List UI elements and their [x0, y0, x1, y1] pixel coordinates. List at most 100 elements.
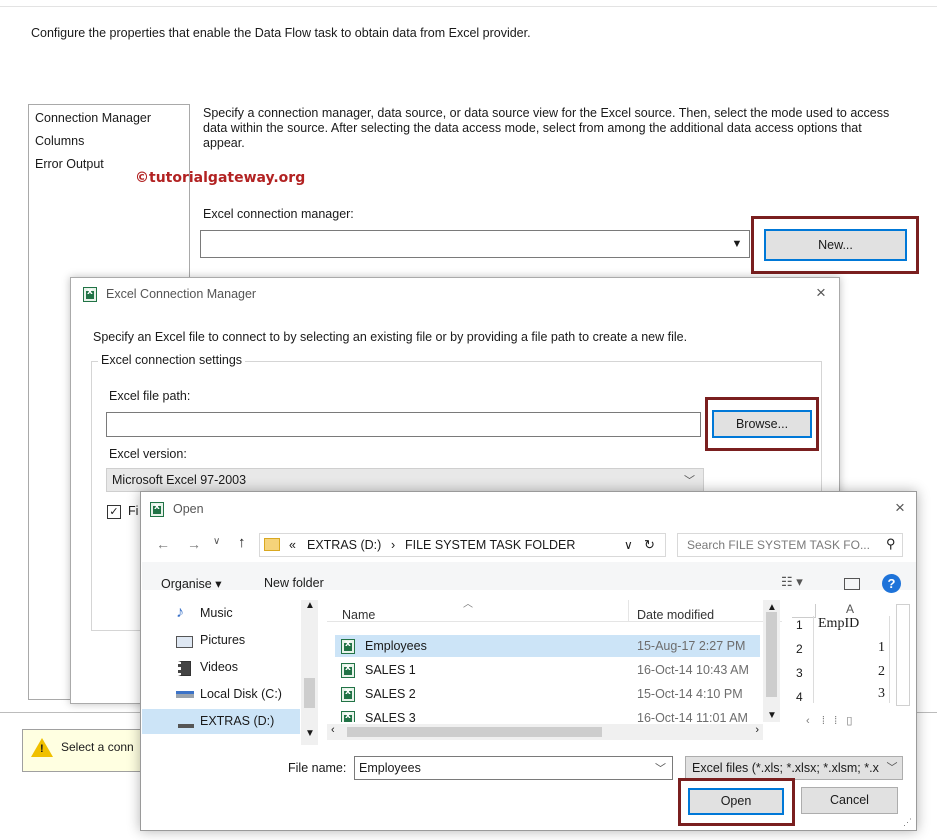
hscrollbar-thumb[interactable]: [347, 727, 602, 737]
cancel-button[interactable]: Cancel: [801, 787, 898, 814]
scroll-right-icon[interactable]: ›: [755, 724, 759, 736]
file-list-scrollbar[interactable]: ▲ ▼: [763, 600, 780, 722]
preview-pane-icon[interactable]: [844, 578, 860, 590]
file-name-label: File name:: [288, 761, 347, 775]
up-arrow-icon[interactable]: ↑: [238, 534, 246, 551]
excel-file-icon: [341, 687, 355, 702]
address-dropdown-icon[interactable]: ∨: [624, 538, 633, 552]
new-button[interactable]: New...: [764, 229, 907, 261]
column-name[interactable]: Name: [342, 608, 375, 622]
chevron-down-icon[interactable]: ﹀: [655, 760, 666, 776]
file-date: 15-Aug-17 2:27 PM: [637, 639, 746, 653]
back-arrow-icon[interactable]: ←: [156, 536, 170, 552]
chevron-down-icon[interactable]: ﹀: [882, 757, 902, 779]
preview-scrollbar: [896, 604, 910, 706]
file-list-header: ︿ Name Date modified: [327, 592, 782, 622]
nav-scrollbar-thumb[interactable]: [304, 678, 315, 708]
resize-grip-icon[interactable]: ⋰: [903, 817, 912, 828]
warning-icon-mark: !: [40, 743, 44, 755]
file-type-filter[interactable]: Excel files (*.xls; *.xlsx; *.xlsm; *.x …: [685, 756, 903, 780]
chevron-down-icon: ﹀: [684, 475, 695, 487]
sort-arrow-icon: ︿: [463, 599, 473, 610]
open-button[interactable]: Open: [688, 788, 784, 815]
top-border: [0, 6, 937, 7]
file-name: SALES 1: [365, 663, 416, 677]
nav-item-local-disk[interactable]: Local Disk (C:): [200, 687, 282, 701]
file-row[interactable]: SALES 1 16-Oct-14 10:43 AM: [335, 659, 760, 681]
nav-item-extras[interactable]: EXTRAS (D:): [200, 714, 274, 728]
search-icon: ⚲: [886, 536, 896, 551]
drive-icon: [176, 691, 194, 698]
recent-dropdown-icon[interactable]: ∨: [213, 536, 220, 547]
scroll-down-icon[interactable]: ▼: [305, 728, 315, 739]
search-input[interactable]: Search FILE SYSTEM TASK FO...: [687, 538, 870, 552]
preview-row-number: 1: [796, 618, 803, 632]
file-row[interactable]: SALES 2 15-Oct-14 4:10 PM: [335, 683, 760, 705]
preview-row-number: 3: [796, 666, 803, 680]
open-file-dialog: Open × ← → ∨ ↑ « EXTRAS (D:) › FILE SYST…: [140, 491, 917, 831]
preview-grid: [813, 616, 890, 703]
preview-col-header: A: [846, 602, 855, 616]
excel-icon: [83, 287, 97, 302]
nav-item-pictures[interactable]: Pictures: [200, 633, 245, 647]
first-row-checkbox[interactable]: ✓: [107, 505, 121, 519]
scroll-up-icon[interactable]: ▲: [305, 600, 315, 611]
preview-pane: A 1 EmpID 2 1 3 2 4 3 ‹ ⁞ ⁞ ▯: [786, 600, 916, 745]
preview-row-number: 2: [796, 642, 803, 656]
file-list-hscrollbar[interactable]: ‹ ›: [327, 724, 763, 740]
nav-scrollbar[interactable]: ▲ ▼: [301, 600, 318, 745]
organise-button[interactable]: Organise ▾: [161, 576, 221, 591]
breadcrumb-overflow[interactable]: «: [289, 538, 296, 552]
column-divider: [628, 600, 629, 622]
nav-item-error-output[interactable]: Error Output: [35, 157, 104, 171]
excel-connection-manager-combo[interactable]: ▼: [200, 230, 750, 258]
videos-icon: [178, 661, 191, 676]
file-name-value: Employees: [359, 761, 421, 775]
file-row[interactable]: Employees 15-Aug-17 2:27 PM: [335, 635, 760, 657]
music-icon: ♪: [176, 604, 184, 621]
nav-item-videos[interactable]: Videos: [200, 660, 238, 674]
file-row[interactable]: SALES 3 16-Oct-14 11:01 AM: [335, 707, 760, 722]
ecm-instructions: Specify an Excel file to connect to by s…: [93, 330, 688, 344]
navigation-pane: ♪ Music Pictures Videos Local Disk (C:) …: [142, 600, 320, 745]
warning-message: ! Select a conn: [22, 729, 152, 772]
pictures-icon: [176, 636, 193, 648]
excel-connection-manager-label: Excel connection manager:: [203, 207, 354, 221]
address-bar[interactable]: « EXTRAS (D:) › FILE SYSTEM TASK FOLDER …: [259, 533, 666, 557]
scroll-down-icon[interactable]: ▼: [767, 710, 777, 721]
excel-version-value: Microsoft Excel 97-2003: [112, 473, 247, 487]
forward-arrow-icon[interactable]: →: [187, 536, 201, 552]
excel-file-icon: [341, 639, 355, 654]
breadcrumb-folder[interactable]: FILE SYSTEM TASK FOLDER: [405, 538, 575, 552]
nav-item-connection-manager[interactable]: Connection Manager: [35, 111, 151, 125]
refresh-icon[interactable]: ↻: [644, 537, 655, 553]
excel-icon: [150, 502, 164, 517]
group-label: Excel connection settings: [98, 353, 246, 367]
help-icon[interactable]: ?: [882, 574, 901, 593]
view-options-icon[interactable]: ☷ ▾: [781, 574, 803, 590]
file-name-input[interactable]: Employees ﹀: [354, 756, 673, 780]
file-list-scrollbar-thumb[interactable]: [766, 612, 777, 697]
breadcrumb-drive[interactable]: EXTRAS (D:): [307, 538, 381, 552]
excel-version-select[interactable]: Microsoft Excel 97-2003 ﹀: [106, 468, 704, 492]
file-date: 15-Oct-14 4:10 PM: [637, 687, 743, 701]
excel-file-icon: [341, 663, 355, 678]
close-icon[interactable]: ×: [816, 283, 826, 303]
new-folder-button[interactable]: New folder: [264, 576, 324, 590]
excel-file-path-label: Excel file path:: [109, 389, 191, 403]
checkbox-label: Fi: [128, 504, 139, 518]
dropdown-arrow-icon[interactable]: ▼: [725, 231, 749, 257]
file-date: 16-Oct-14 10:43 AM: [637, 663, 749, 677]
scroll-left-icon[interactable]: ‹: [331, 724, 335, 736]
file-type-value: Excel files (*.xls; *.xlsx; *.xlsm; *.x: [692, 761, 879, 775]
column-date-modified[interactable]: Date modified: [637, 608, 714, 622]
close-icon[interactable]: ×: [895, 498, 905, 518]
browse-button[interactable]: Browse...: [712, 410, 812, 438]
breadcrumb-separator: ›: [391, 538, 396, 552]
nav-item-music[interactable]: Music: [200, 606, 233, 620]
search-box[interactable]: Search FILE SYSTEM TASK FO... ⚲: [677, 533, 903, 557]
nav-item-columns[interactable]: Columns: [35, 134, 84, 148]
editor-description: Configure the properties that enable the…: [31, 26, 531, 40]
excel-file-path-input[interactable]: [106, 412, 701, 437]
file-name: SALES 2: [365, 687, 416, 701]
